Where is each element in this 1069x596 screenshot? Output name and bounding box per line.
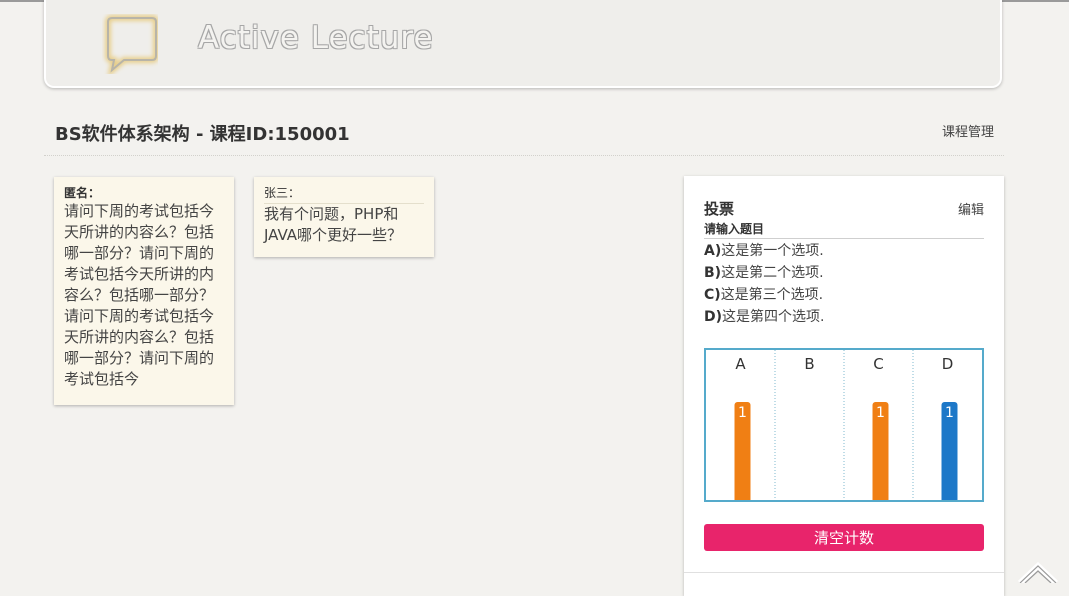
vote-options-list: A)这是第一个选项. B)这是第二个选项. C)这是第三个选项. D)这是第四个… bbox=[704, 240, 824, 328]
chart-data-label: 1 bbox=[876, 405, 885, 421]
question-text: 请问下周的考试包括今天所讲的内容么？包括哪一部分？请问下周的考试包括今天所讲的内… bbox=[64, 202, 215, 388]
vote-option: A)这是第一个选项. bbox=[704, 240, 824, 262]
chart-category-label: D bbox=[942, 355, 954, 373]
question-card[interactable]: 张三： 我有个问题，PHP和JAVA哪个更好一些？ bbox=[254, 177, 434, 257]
course-title: BS软件体系架构 - 课程ID:150001 bbox=[55, 124, 350, 145]
vote-title: 投票 bbox=[704, 200, 735, 218]
title-divider bbox=[44, 155, 1004, 156]
course-manage-link[interactable]: 课程管理 bbox=[942, 121, 994, 140]
chart-data-label: 1 bbox=[945, 405, 954, 421]
chart-data-label: 1 bbox=[738, 405, 747, 421]
question-author: 张三： bbox=[264, 185, 424, 204]
vote-panel: 投票 编辑 请输入题目 A)这是第一个选项. B)这是第二个选项. C)这是第三… bbox=[684, 176, 1004, 596]
vote-option-text: 这是第三个选项. bbox=[720, 287, 824, 303]
vote-option-letter: C) bbox=[704, 287, 721, 303]
clear-count-button[interactable]: 清空计数 bbox=[704, 524, 984, 551]
vote-chart-svg: A 1 B C 1 D 1 bbox=[734, 350, 958, 500]
vote-option-letter: D) bbox=[704, 309, 723, 325]
vote-option: B)这是第二个选项. bbox=[704, 262, 824, 284]
vote-edit-link[interactable]: 编辑 bbox=[958, 199, 984, 218]
panel-divider bbox=[684, 572, 1004, 573]
chat-bubble-icon bbox=[105, 15, 158, 74]
vote-option: C)这是第三个选项. bbox=[704, 284, 824, 306]
question-author: 匿名： bbox=[64, 186, 101, 200]
vote-option-letter: A) bbox=[704, 243, 722, 259]
vote-option-text: 这是第二个选项. bbox=[721, 265, 824, 281]
question-card[interactable]: 匿名： 请问下周的考试包括今天所讲的内容么？包括哪一部分？请问下周的考试包括今天… bbox=[54, 177, 234, 405]
question-text: 我有个问题，PHP和JAVA哪个更好一些？ bbox=[264, 205, 403, 244]
app-title: Active Lecture bbox=[198, 20, 434, 56]
vote-option: D)这是第四个选项. bbox=[704, 306, 824, 328]
chart-category-label: A bbox=[735, 355, 746, 373]
app-header: Active Lecture bbox=[44, 0, 1002, 88]
chevron-up-icon[interactable] bbox=[1016, 560, 1060, 583]
vote-option-text: 这是第一个选项. bbox=[721, 243, 824, 259]
vote-question: 请输入题目 bbox=[704, 220, 984, 239]
chart-category-label: C bbox=[873, 355, 883, 373]
chart-category-label: B bbox=[804, 355, 814, 373]
vote-option-letter: B) bbox=[704, 265, 722, 281]
vote-option-text: 这是第四个选项. bbox=[722, 309, 825, 325]
vote-chart: A 1 B C 1 D 1 bbox=[704, 348, 984, 502]
